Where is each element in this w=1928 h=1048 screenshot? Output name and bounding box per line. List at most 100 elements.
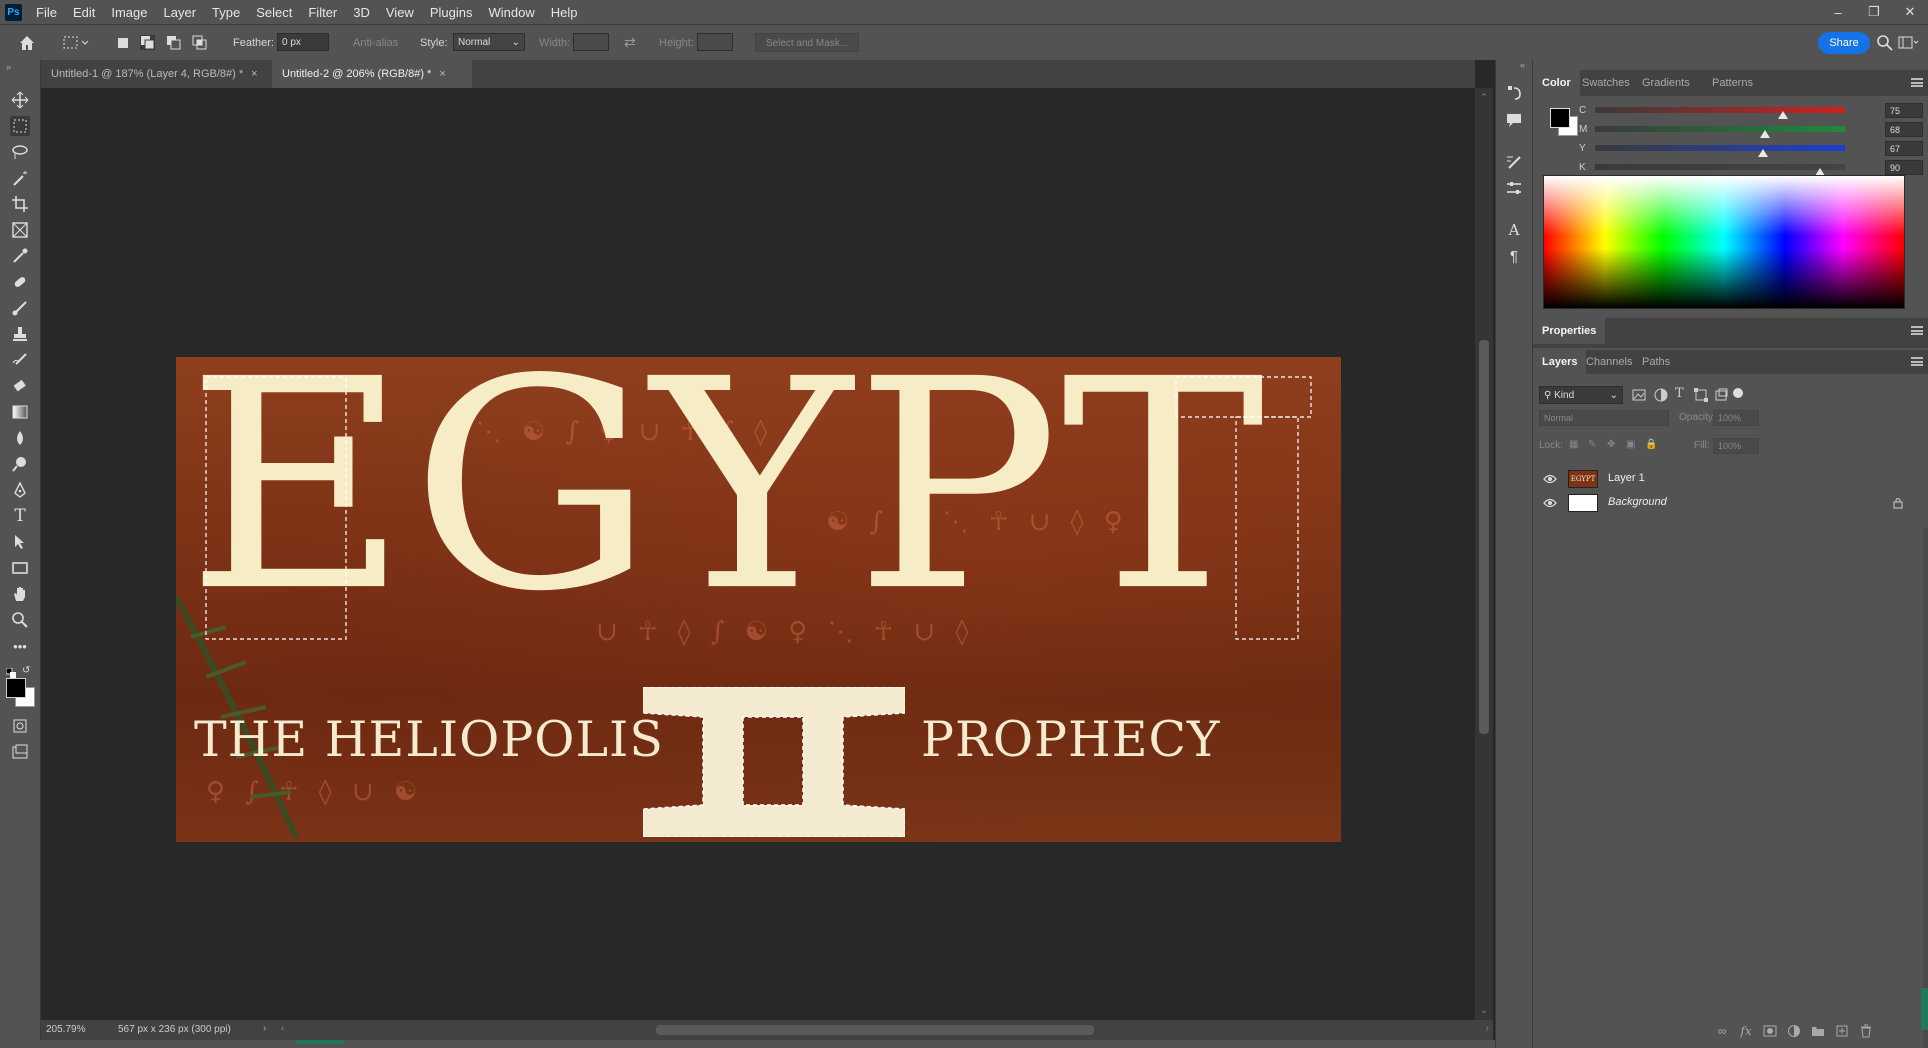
add-mask-icon[interactable]	[1763, 1024, 1777, 1038]
filter-shape-icon[interactable]	[1693, 387, 1709, 403]
height-input[interactable]	[697, 33, 733, 51]
tab-channels[interactable]: Channels	[1577, 350, 1641, 374]
path-selection-icon[interactable]	[10, 532, 30, 552]
scroll-down-icon[interactable]: ⌄	[1480, 1005, 1488, 1016]
cyan-slider[interactable]	[1595, 107, 1845, 113]
quick-mask-icon[interactable]	[10, 716, 30, 736]
hand-tool-icon[interactable]	[10, 584, 30, 604]
filter-toggle-icon[interactable]	[1733, 388, 1743, 398]
new-layer-icon[interactable]	[1835, 1024, 1849, 1038]
share-button[interactable]: Share	[1818, 32, 1870, 54]
panel-menu-icon[interactable]	[1911, 78, 1923, 87]
restore-icon[interactable]: ❐	[1856, 0, 1892, 24]
lock-image-icon[interactable]: ✎	[1588, 439, 1596, 450]
yellow-value[interactable]: 67	[1885, 141, 1923, 156]
adjustments-icon[interactable]	[1504, 178, 1524, 198]
brush-settings-icon[interactable]	[1504, 152, 1524, 172]
move-tool-icon[interactable]	[10, 90, 30, 110]
visibility-eye-icon[interactable]	[1543, 473, 1557, 485]
minimize-icon[interactable]: –	[1820, 0, 1856, 24]
width-input[interactable]	[573, 33, 609, 51]
gradient-tool-icon[interactable]	[10, 402, 30, 422]
horizontal-scroll-thumb[interactable]	[656, 1025, 1094, 1035]
cyan-slider-thumb[interactable]	[1777, 111, 1788, 119]
filter-adjustment-icon[interactable]	[1653, 387, 1669, 403]
rectangle-tool-icon[interactable]	[10, 558, 30, 578]
subtract-selection-icon[interactable]	[166, 35, 181, 50]
magic-wand-icon[interactable]	[10, 168, 30, 188]
scroll-left-icon[interactable]: ‹	[281, 1023, 284, 1034]
lock-all-icon[interactable]: 🔒	[1645, 439, 1657, 450]
layer-row[interactable]: EGYPT Layer 1	[1533, 467, 1928, 491]
feather-input[interactable]: 0 px	[277, 33, 329, 51]
menu-file[interactable]: File	[28, 5, 65, 20]
fill-input[interactable]: 100%	[1713, 438, 1759, 454]
foreground-color-swatch[interactable]	[1550, 108, 1570, 128]
panel-scrollbar[interactable]	[1923, 528, 1928, 1048]
menu-type[interactable]: Type	[204, 5, 248, 20]
lock-artboard-icon[interactable]: ▣	[1626, 439, 1635, 450]
style-select[interactable]: Normal ⌄	[453, 33, 525, 51]
canvas-area[interactable]: ☥ ⋱ ☯ ∫ ♀ ∪ ☥ ∫ ◊ ☯ ∫ ♀ ⋱ ☥ ∪ ◊ ♀ ∪ ☥ ◊ …	[41, 88, 1475, 1020]
chevron-right-icon[interactable]: ›	[263, 1023, 266, 1034]
color-spectrum[interactable]	[1543, 175, 1905, 309]
filter-pixel-icon[interactable]	[1631, 387, 1647, 403]
intersect-selection-icon[interactable]	[192, 35, 207, 50]
lock-icon[interactable]	[1893, 497, 1903, 509]
vertical-scrollbar[interactable]: ⌃ ⌄	[1475, 88, 1493, 1020]
menu-layer[interactable]: Layer	[156, 5, 205, 20]
foreground-color-swatch[interactable]	[6, 678, 26, 698]
workspace-icon[interactable]	[1898, 34, 1920, 52]
close-icon[interactable]: ✕	[1892, 0, 1928, 24]
layer-name[interactable]: Layer 1	[1608, 472, 1645, 484]
lock-transparent-icon[interactable]: ▦	[1569, 439, 1578, 450]
stamp-tool-icon[interactable]	[10, 324, 30, 344]
history-brush-icon[interactable]	[10, 350, 30, 370]
marquee-tool-icon[interactable]	[10, 116, 30, 136]
layer-filter-select[interactable]: ⚲ Kind ⌄	[1539, 386, 1623, 404]
new-group-icon[interactable]	[1811, 1024, 1825, 1038]
panel-menu-icon[interactable]	[1911, 357, 1923, 366]
tab-untitled-1[interactable]: Untitled-1 @ 187% (Layer 4, RGB/8#) * ×	[41, 60, 272, 88]
home-icon[interactable]	[17, 33, 37, 53]
magenta-slider-thumb[interactable]	[1760, 130, 1770, 138]
collapse-icon[interactable]: «	[1520, 60, 1525, 70]
opacity-input[interactable]: 100%	[1713, 410, 1759, 426]
eraser-tool-icon[interactable]	[10, 376, 30, 396]
paragraph-icon[interactable]: ¶	[1504, 246, 1524, 266]
screen-mode-icon[interactable]	[10, 742, 30, 762]
collapse-icon[interactable]: »	[6, 62, 11, 72]
menu-window[interactable]: Window	[480, 5, 542, 20]
frame-tool-icon[interactable]	[10, 220, 30, 240]
menu-filter[interactable]: Filter	[300, 5, 345, 20]
menu-image[interactable]: Image	[103, 5, 155, 20]
zoom-level[interactable]: 205.79%	[46, 1024, 85, 1035]
delete-layer-icon[interactable]	[1859, 1024, 1873, 1038]
crop-tool-icon[interactable]	[10, 194, 30, 214]
default-colors-icon[interactable]	[5, 666, 16, 678]
tab-swatches[interactable]: Swatches	[1573, 70, 1639, 96]
swap-colors-icon[interactable]: ↺	[22, 665, 30, 676]
close-icon[interactable]: ×	[439, 68, 445, 80]
scroll-up-icon[interactable]: ⌃	[1480, 92, 1488, 103]
lock-position-icon[interactable]: ✥	[1607, 439, 1615, 450]
yellow-slider[interactable]	[1595, 145, 1845, 151]
zoom-tool-icon[interactable]	[10, 610, 30, 630]
magenta-slider[interactable]	[1595, 126, 1845, 132]
layer-row[interactable]: Background	[1533, 491, 1928, 515]
add-selection-icon[interactable]	[140, 35, 155, 50]
character-icon[interactable]: A	[1504, 220, 1524, 240]
more-tools-icon[interactable]: •••	[10, 636, 30, 656]
menu-edit[interactable]: Edit	[65, 5, 103, 20]
tab-untitled-2[interactable]: Untitled-2 @ 206% (RGB/8#) * ×	[272, 60, 472, 88]
dodge-tool-icon[interactable]	[10, 454, 30, 474]
blend-mode-select[interactable]: Normal	[1539, 410, 1669, 426]
pen-tool-icon[interactable]	[10, 480, 30, 500]
close-icon[interactable]: ×	[251, 68, 257, 80]
menu-select[interactable]: Select	[248, 5, 300, 20]
tab-gradients[interactable]: Gradients	[1633, 70, 1699, 96]
history-icon[interactable]	[1504, 82, 1524, 102]
blur-tool-icon[interactable]	[10, 428, 30, 448]
healing-brush-icon[interactable]	[10, 272, 30, 292]
menu-view[interactable]: View	[378, 5, 422, 20]
